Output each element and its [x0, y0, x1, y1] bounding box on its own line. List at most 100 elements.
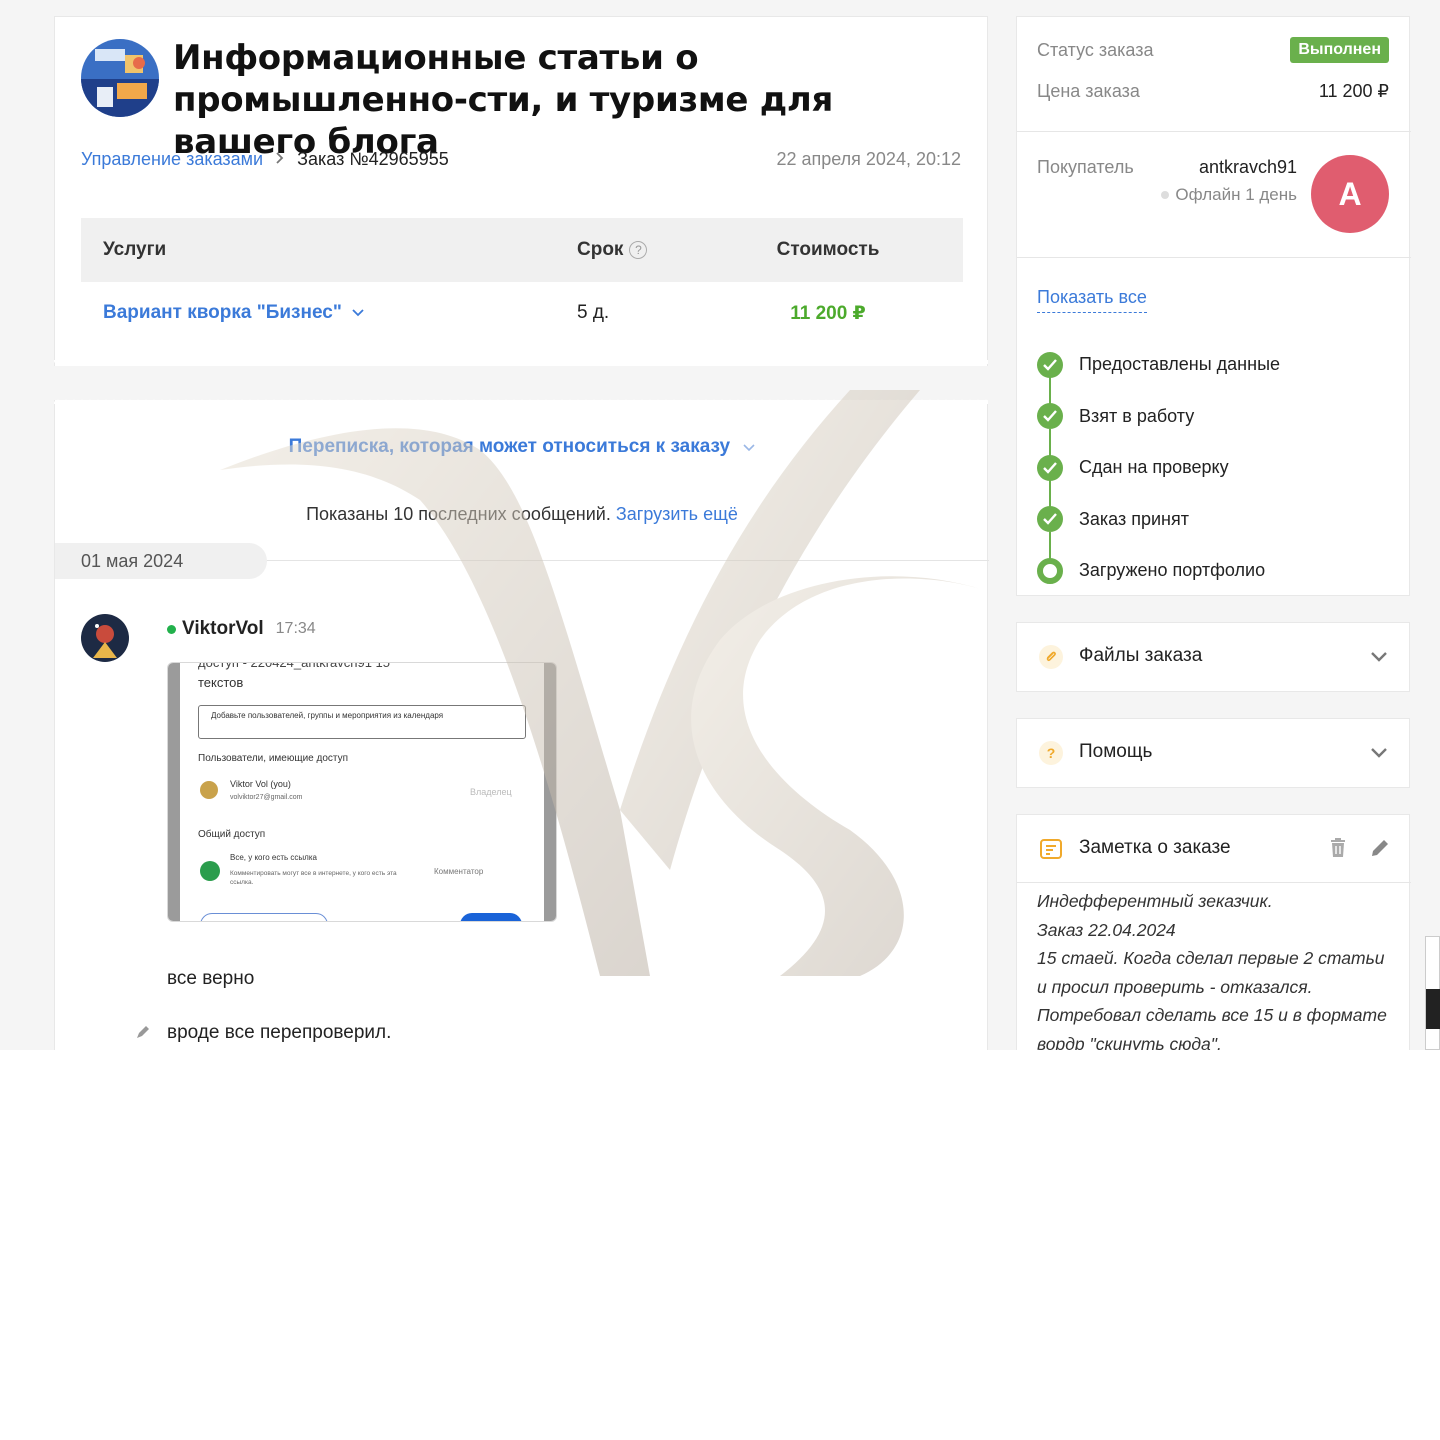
price-cell: 11 200 ₽	[790, 302, 866, 324]
header-term: Срок ?	[577, 239, 753, 261]
shot-user-name: Viktor Vol (you)	[230, 779, 291, 789]
order-status-card: Статус заказа Выполнен Цена заказа 11 20…	[1016, 16, 1411, 597]
trash-icon[interactable]	[1327, 837, 1349, 859]
related-messages-label: Переписка, которая может относиться к за…	[288, 436, 731, 457]
paperclip-icon	[1039, 645, 1063, 669]
note-header: Заметка о заказе	[1017, 815, 1411, 883]
message-time: 17:34	[275, 620, 316, 637]
buyer-status-text: Офлайн 1 день	[1175, 185, 1297, 204]
note-line: 15 стаей. Когда сделал первые 2 статьи	[1037, 948, 1385, 968]
shot-title2: текстов	[198, 675, 244, 690]
order-title: Информационные статьи о промышленно-сти,…	[173, 38, 834, 162]
buyer-name[interactable]: antkravch91	[1199, 157, 1297, 178]
order-note-card: Заметка о заказе Индефферентный зеказчик…	[1016, 814, 1411, 1050]
screenshot-right-edge	[544, 663, 556, 921]
progress-ring-icon	[1037, 557, 1063, 584]
note-line: вордр "скинуть сюда".	[1037, 1033, 1222, 1051]
card-zigzag-edge	[54, 396, 988, 404]
service-cell: Вариант кворка "Бизнес"	[81, 302, 577, 324]
timeline-label: Предоставлены данные	[1079, 354, 1281, 375]
order-timeline: Предоставлены данные Взят в работу Сдан …	[1037, 339, 1280, 597]
chat-card: Переписка, которая может относиться к за…	[54, 400, 989, 1050]
order-files-accordion[interactable]: Файлы заказа	[1016, 622, 1410, 692]
edit-pencil-icon[interactable]	[135, 1024, 151, 1040]
check-icon	[1037, 454, 1063, 481]
screenshot-left-edge	[168, 663, 180, 921]
offline-dot-icon	[1161, 191, 1170, 199]
help-accordion[interactable]: ? Помощь	[1016, 718, 1410, 788]
question-icon: ?	[1039, 741, 1063, 765]
status-row: Статус заказа Выполнен	[1037, 37, 1389, 63]
header-price: Стоимость	[776, 239, 880, 260]
services-table-header: Услуги Срок ? Стоимость	[81, 218, 963, 282]
check-icon	[1037, 403, 1063, 430]
timeline-label: Загружено портфолио	[1079, 560, 1266, 581]
shown-messages-text: Показаны 10 последних сообщений.	[306, 504, 611, 524]
help-label: Помощь	[1079, 741, 1153, 762]
order-page: Информационные статьи о промышленно-сти,…	[0, 0, 1440, 1050]
overflow-panel-fragment	[1425, 936, 1440, 1050]
related-messages-toggle[interactable]: Переписка, которая может относиться к за…	[55, 436, 989, 458]
status-label: Статус заказа	[1037, 39, 1154, 60]
variant-dropdown[interactable]: Вариант кворка "Бизнес"	[103, 302, 364, 324]
check-icon	[1037, 351, 1063, 378]
note-icon	[1040, 839, 1062, 859]
message-text: вроде все перепроверил.	[167, 1022, 392, 1043]
message-author-name: ViktorVol	[182, 618, 264, 639]
overflow-panel-dark-strip	[1426, 989, 1440, 1029]
table-row: Вариант кворка "Бизнес" 5 д. 11 200 ₽	[81, 282, 963, 344]
timeline-step: Сдан на проверку	[1037, 442, 1280, 520]
globe-icon	[200, 861, 220, 881]
shot-done-button	[460, 913, 522, 921]
divider	[1017, 131, 1411, 132]
breadcrumb-chevron-icon	[275, 151, 285, 169]
order-header-card: Информационные статьи о промышленно-сти,…	[54, 16, 988, 366]
shot-general-heading: Общий доступ	[198, 829, 266, 840]
message-screenshot[interactable]: доступ - 220424_antkravch91 15 текстов Д…	[167, 662, 557, 922]
status-badge: Выполнен	[1290, 37, 1389, 63]
price-value: 11 200 ₽	[1318, 81, 1389, 101]
show-all-link[interactable]: Показать все	[1037, 287, 1147, 313]
note-line: Потребовал сделать все 15 и в формате	[1037, 1005, 1387, 1025]
breadcrumb-orders-link[interactable]: Управление заказами	[81, 149, 263, 170]
services-table: Услуги Срок ? Стоимость Вариант кворка "…	[81, 218, 963, 344]
timeline-label: Взят в работу	[1079, 405, 1195, 426]
price-label: Цена заказа	[1037, 81, 1140, 101]
chevron-down-icon	[743, 444, 755, 452]
shot-link-role: Комментатор	[434, 867, 484, 876]
online-status-icon	[167, 624, 176, 634]
load-more-link[interactable]: Загрузить ещё	[616, 504, 738, 524]
message-header: ViktorVol 17:34	[167, 618, 316, 640]
shot-user-role: Владелец	[470, 787, 512, 797]
shot-users-heading: Пользователи, имеющие доступ	[198, 753, 349, 764]
date-separator: 01 мая 2024	[55, 543, 267, 579]
note-text: Индефферентный зеказчик. Заказ 22.04.202…	[1037, 887, 1397, 1050]
buyer-avatar[interactable]: A	[1311, 155, 1389, 233]
shot-user-email: volviktor27@gmail.com	[230, 794, 303, 801]
message-author[interactable]: ViktorVol	[167, 618, 264, 640]
timeline-step: Взят в работу	[1037, 391, 1280, 469]
avatar[interactable]	[81, 614, 129, 662]
chevron-down-icon	[1371, 748, 1387, 758]
shot-link-option: Все, у кого есть ссылка	[230, 853, 317, 862]
question-icon[interactable]: ?	[629, 241, 648, 259]
breadcrumb-current: Заказ №42965955	[297, 149, 449, 169]
check-icon	[1037, 506, 1063, 533]
timeline-step: Предоставлены данные	[1037, 339, 1281, 417]
shot-link-desc: Комментировать могут все в интернете, у …	[230, 870, 397, 886]
order-cover-image	[81, 39, 159, 117]
files-label: Файлы заказа	[1079, 645, 1203, 666]
note-line: Заказ 22.04.2024	[1037, 919, 1176, 940]
chevron-down-icon	[1371, 652, 1387, 662]
timeline-step: Заказ принят	[1037, 494, 1280, 572]
buyer-label: Покупатель	[1037, 157, 1134, 177]
chevron-down-icon	[352, 309, 364, 317]
pencil-icon[interactable]	[1369, 837, 1391, 859]
timeline-step: Загружено портфолио	[1037, 545, 1280, 597]
divider	[1017, 257, 1411, 258]
timeline-label: Заказ принят	[1079, 508, 1189, 529]
order-date: 22 апреля 2024, 20:12	[776, 149, 961, 169]
timeline-label: Сдан на проверку	[1079, 457, 1229, 478]
price-row: Цена заказа 11 200 ₽	[1037, 81, 1389, 102]
variant-label: Вариант кворка "Бизнес"	[103, 302, 342, 323]
